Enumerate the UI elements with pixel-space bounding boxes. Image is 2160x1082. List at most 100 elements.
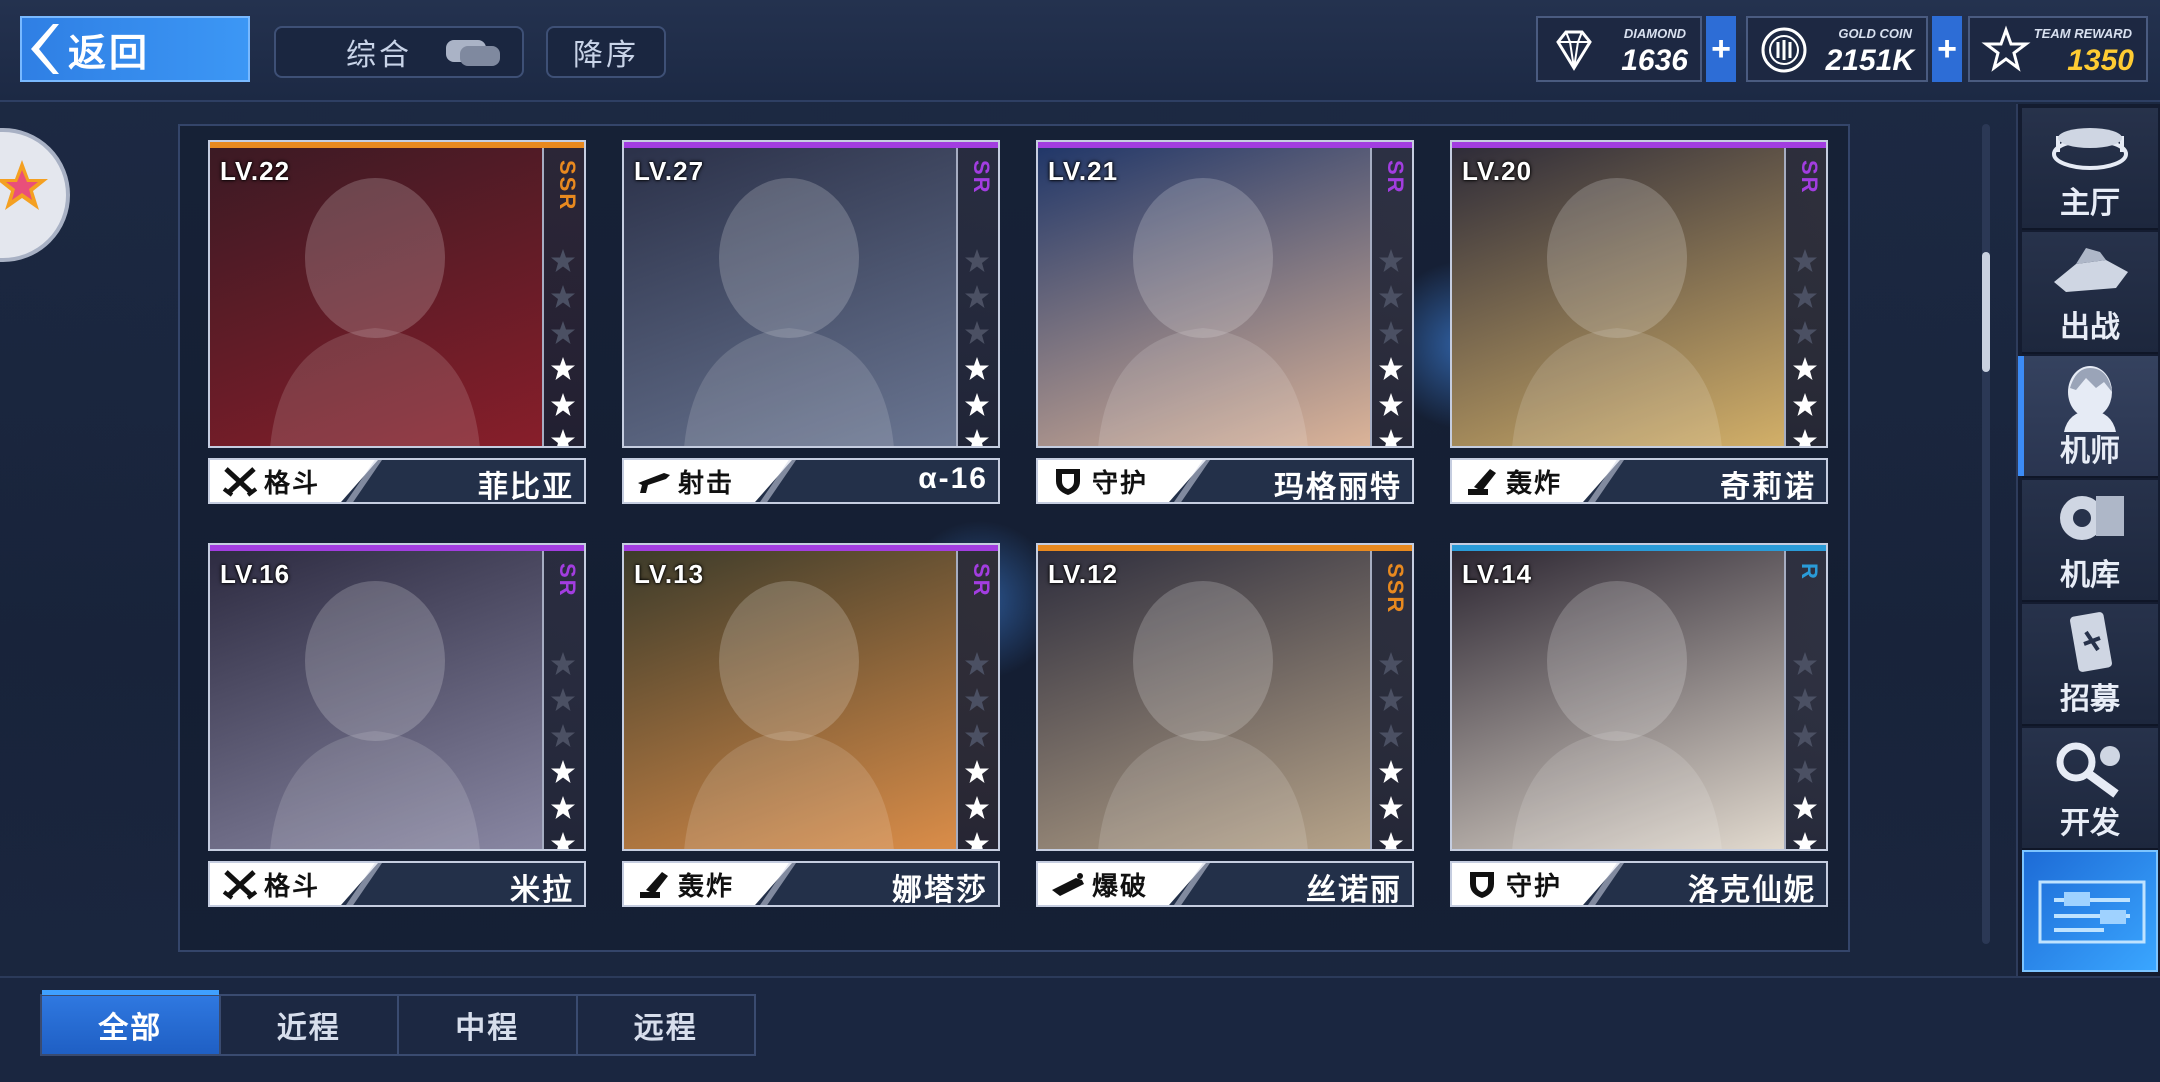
- pilot-portrait: LV.14 R: [1450, 543, 1828, 851]
- star-icon: [1374, 723, 1408, 749]
- chevron-left-icon: [22, 18, 62, 80]
- nav-label: 招募: [2060, 683, 2120, 716]
- filter-tab[interactable]: 中程: [399, 996, 578, 1054]
- class-label: 轰炸: [678, 870, 735, 901]
- pilot-silhouette: [1098, 581, 1308, 849]
- pilot-name: 米拉: [510, 874, 574, 907]
- nav-item[interactable]: 主厅: [2022, 108, 2158, 230]
- fight-icon: [222, 868, 258, 900]
- star-icon: [960, 759, 994, 785]
- favorite-shortcut[interactable]: [0, 128, 70, 262]
- star-icon: [960, 248, 994, 274]
- pilot-portrait: LV.22 SSR: [208, 140, 586, 448]
- rarity-label: R: [1797, 563, 1822, 581]
- star-icon: [960, 723, 994, 749]
- nav-label: 机师: [2060, 435, 2120, 468]
- sort-dropdown[interactable]: 综合: [274, 26, 524, 78]
- filter-tab[interactable]: 全部: [42, 990, 221, 1054]
- star-icon: [960, 651, 994, 677]
- star-icon: [1374, 651, 1408, 677]
- range-filter-tabs: 全部 近程 中程 远程: [40, 990, 756, 1056]
- pilot-level: LV.16: [220, 559, 291, 589]
- scrollbar[interactable]: [1982, 124, 1990, 944]
- gold-coin-counter: GOLD COIN 2151K: [1746, 16, 1928, 82]
- team-reward-name: TEAM REWARD: [2033, 26, 2132, 41]
- class-label: 爆破: [1092, 870, 1149, 901]
- rarity-label: SR: [969, 160, 994, 195]
- nav-item[interactable]: 机师: [2018, 356, 2158, 478]
- pilot-card[interactable]: LV.13 SR 轰炸 娜塔莎: [622, 543, 1000, 907]
- star-icon: [546, 428, 580, 446]
- star-icon: [546, 651, 580, 677]
- pilot-card[interactable]: LV.22 SSR 格斗 菲比亚: [208, 140, 586, 504]
- team-reward-icon: [1981, 25, 2031, 72]
- shield-icon: [1464, 868, 1500, 900]
- star-icon: [960, 687, 994, 713]
- star-icon: [1788, 687, 1822, 713]
- pilot-namebar: 轰炸 奇莉诺: [1450, 458, 1828, 504]
- star-icon: [1374, 795, 1408, 821]
- star-icon: [1374, 356, 1408, 382]
- pilot-card[interactable]: LV.21 SR 守护 玛格丽特: [1036, 140, 1414, 504]
- star-icon: [1374, 392, 1408, 418]
- diamond-name: DIAMOND: [1623, 26, 1686, 41]
- team-reward-counter: TEAM REWARD 1350: [1968, 16, 2148, 82]
- star-icon: [546, 831, 580, 849]
- pilot-portrait: LV.16 SR: [208, 543, 586, 851]
- class-label: 轰炸: [1506, 467, 1563, 498]
- star-rating: [1374, 244, 1408, 446]
- team-reward-value: 1350: [2067, 44, 2134, 77]
- nav-item[interactable]: 开发: [2022, 728, 2158, 850]
- pilot-card[interactable]: LV.16 SR 格斗 米拉: [208, 543, 586, 907]
- star-icon: [1374, 687, 1408, 713]
- diamond-counter: DIAMOND 1636: [1536, 16, 1702, 82]
- pilot-card[interactable]: LV.27 SR 射击 α-16: [622, 140, 1000, 504]
- star-rating: [960, 647, 994, 849]
- star-icon: [960, 428, 994, 446]
- pilot-namebar: 格斗 米拉: [208, 861, 586, 907]
- back-button[interactable]: 返回: [20, 16, 250, 82]
- pilot-card[interactable]: LV.20 SR 轰炸 奇莉诺: [1450, 140, 1828, 504]
- nav-item[interactable]: 机库: [2022, 480, 2158, 602]
- rarity-sidebar: SR: [956, 148, 998, 446]
- pilot-level: LV.21: [1048, 156, 1119, 186]
- pilot-namebar: 射击 α-16: [622, 458, 1000, 504]
- star-icon: [0, 160, 48, 210]
- pilot-level: LV.12: [1048, 559, 1119, 589]
- nav-item[interactable]: 招募: [2022, 604, 2158, 726]
- pilot-card[interactable]: LV.14 R 守护 洛克仙妮: [1450, 543, 1828, 907]
- star-icon: [1788, 795, 1822, 821]
- star-icon: [546, 795, 580, 821]
- minimap-button[interactable]: [2022, 850, 2158, 972]
- scrollbar-thumb[interactable]: [1982, 252, 1990, 372]
- filter-tab[interactable]: 远程: [578, 996, 755, 1054]
- star-rating: [546, 244, 580, 446]
- nav-item[interactable]: 出战: [2022, 232, 2158, 354]
- star-icon: [1788, 723, 1822, 749]
- star-icon: [546, 687, 580, 713]
- gold-coin-name: GOLD COIN: [1838, 26, 1912, 41]
- rarity-sidebar: SR: [1784, 148, 1826, 446]
- pilot-level: LV.22: [220, 156, 291, 186]
- sortie-icon: [2046, 238, 2134, 308]
- pilot-silhouette: [684, 581, 894, 849]
- star-icon: [546, 356, 580, 382]
- rarity-sidebar: SR: [542, 551, 584, 849]
- pilot-name: 菲比亚: [478, 471, 574, 504]
- order-button[interactable]: 降序: [546, 26, 666, 78]
- filter-tab[interactable]: 近程: [221, 996, 399, 1054]
- rarity-label: SR: [1797, 160, 1822, 195]
- add-gold-button[interactable]: +: [1932, 16, 1962, 82]
- rarity-sidebar: SR: [1370, 148, 1412, 446]
- add-diamond-button[interactable]: +: [1706, 16, 1736, 82]
- pilot-card[interactable]: LV.12 SSR 爆破 丝诺丽: [1036, 543, 1414, 907]
- pilot-name: 娜塔莎: [892, 874, 988, 907]
- star-rating: [960, 244, 994, 446]
- star-icon: [1374, 831, 1408, 849]
- pilot-namebar: 守护 玛格丽特: [1036, 458, 1414, 504]
- rarity-sidebar: SSR: [1370, 551, 1412, 849]
- mortar-icon: [1464, 465, 1500, 497]
- star-icon: [546, 723, 580, 749]
- star-icon: [960, 284, 994, 310]
- right-nav: 主厅 出战 机师 机库 招募 开发: [2016, 104, 2160, 976]
